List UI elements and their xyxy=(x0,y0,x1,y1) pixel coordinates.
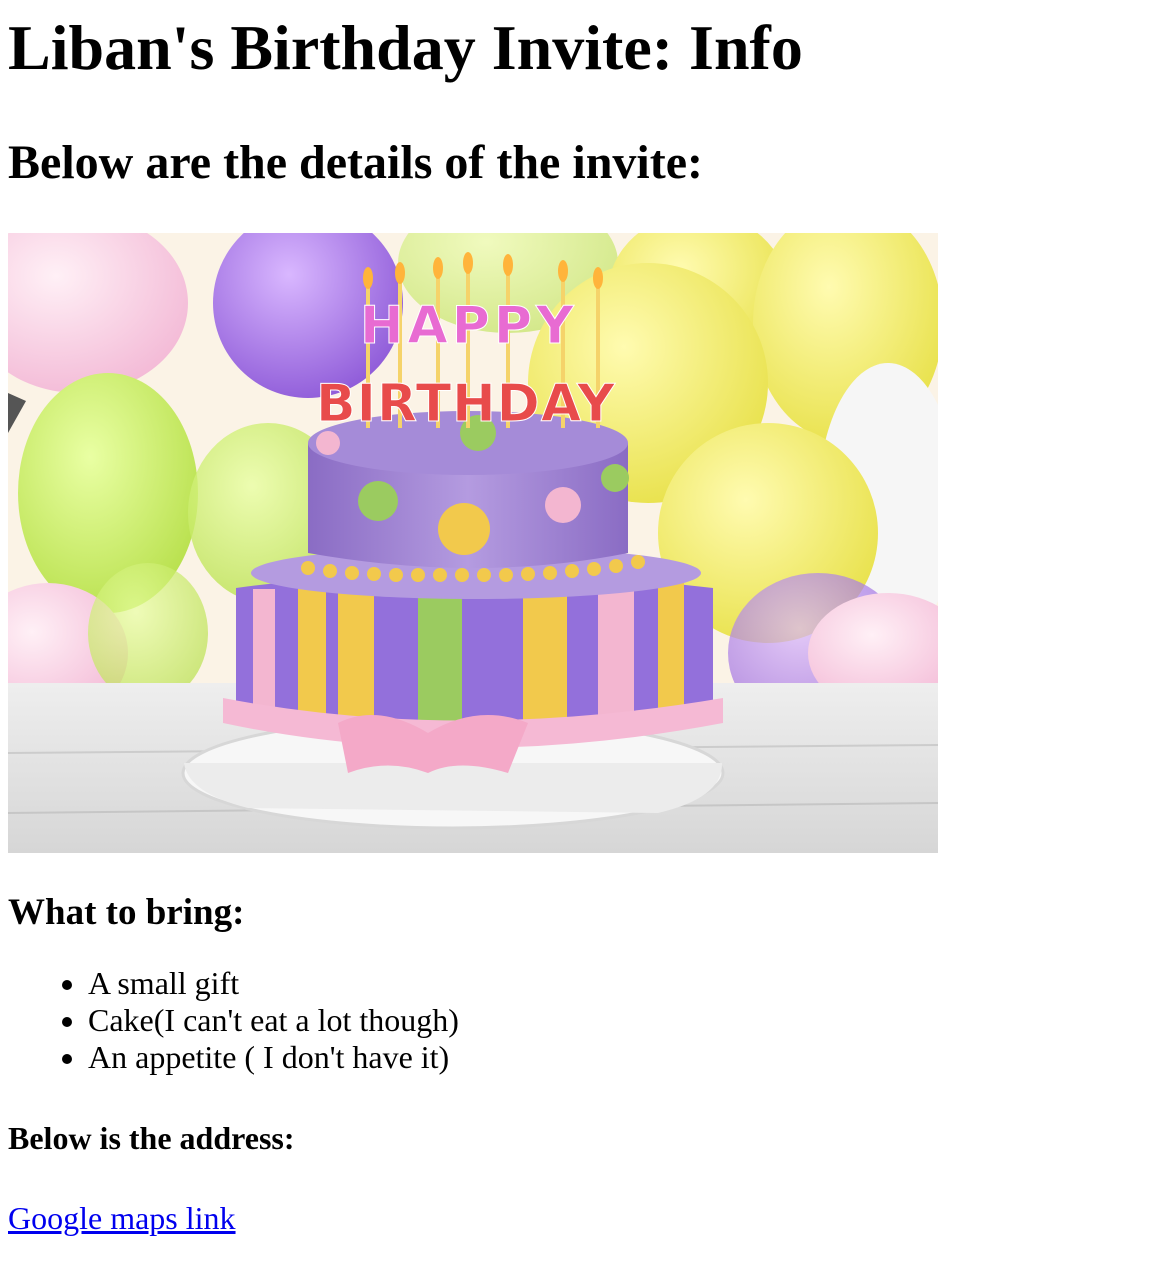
list-item: Cake(I can't eat a lot though) xyxy=(88,1002,1148,1039)
page-title: Liban's Birthday Invite: Info xyxy=(8,12,803,83)
page-subtitle: Below are the details of the invite: xyxy=(8,136,703,189)
google-maps-link[interactable]: Google maps link xyxy=(8,1198,236,1238)
candle-text-birthday: BIRTHDAY xyxy=(316,374,616,434)
address-heading: Below is the address: xyxy=(8,1120,295,1156)
list-item: A small gift xyxy=(88,965,1148,1002)
bring-list: A small gift Cake(I can't eat a lot thou… xyxy=(8,965,1148,1076)
list-item: An appetite ( I don't have it) xyxy=(88,1039,1148,1076)
bring-heading: What to bring: xyxy=(8,892,245,933)
birthday-cake-image: HAPPY BIRTHDAY xyxy=(8,233,938,853)
candle-text-happy: HAPPY xyxy=(360,296,578,356)
